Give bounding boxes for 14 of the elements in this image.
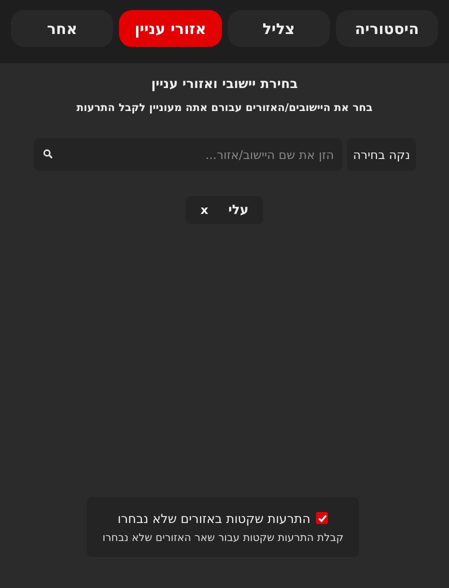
tab[interactable]: אחר <box>11 10 114 47</box>
option-description: קבלת התרעות שקטות עבור שאר האזורים שלא נבחרו <box>102 532 344 544</box>
search-icon <box>43 149 53 159</box>
section-title: בחירת יישובי ואזורי עניין <box>150 77 299 92</box>
tab[interactable]: אזורי עניין <box>119 10 222 47</box>
checkbox[interactable] <box>316 512 328 524</box>
chip-label: עלי <box>228 202 249 218</box>
remove-button[interactable]: x <box>200 203 208 217</box>
tab[interactable]: צליל <box>228 10 330 47</box>
search-field[interactable]: הזן את שם היישוב/אזור... <box>34 138 342 171</box>
option-label: התרעות שקטות באזורים שלא נבחרו <box>118 510 310 526</box>
tab[interactable]: היסטוריה <box>336 10 438 47</box>
clear-button[interactable]: נקה בחירה <box>346 138 416 171</box>
section-subtitle: בחר את היישובים/האזורים עבורם אתה מעוניין לקבל התרעות <box>75 102 374 114</box>
